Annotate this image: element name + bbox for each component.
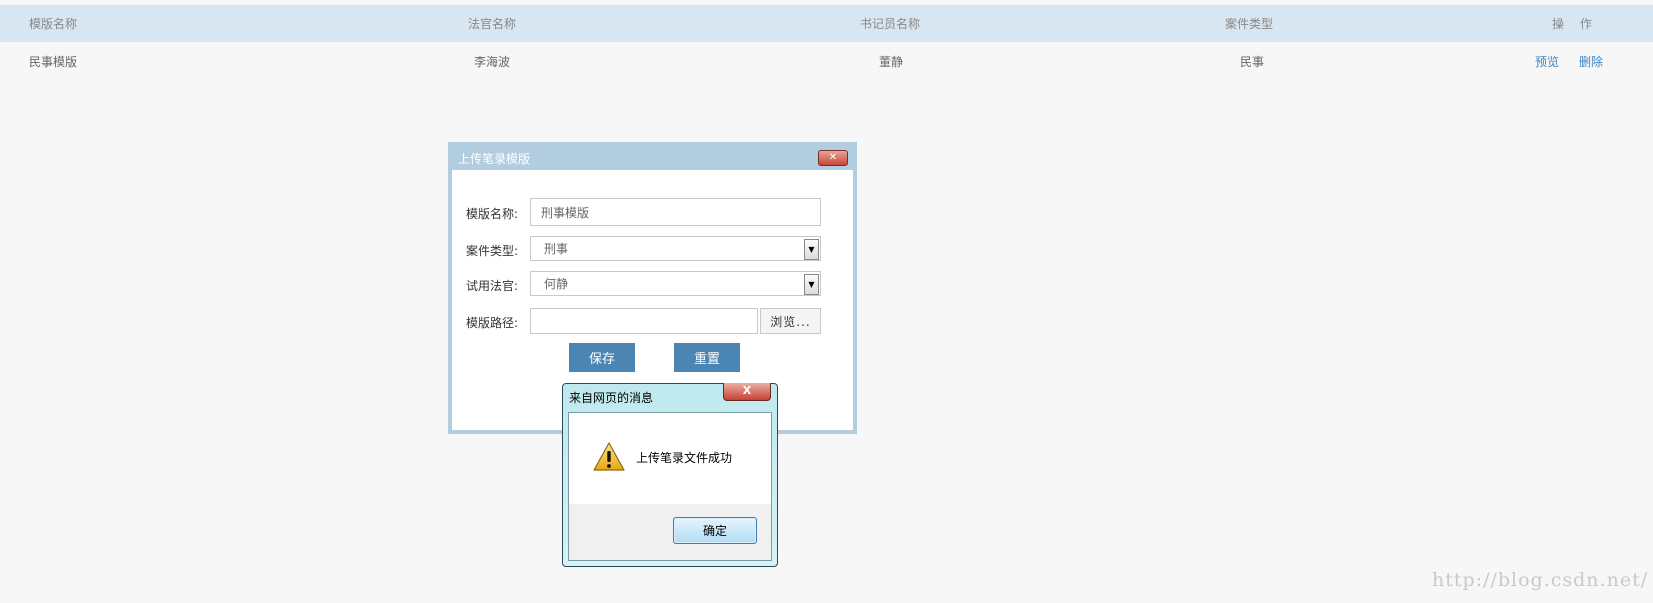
- preview-link[interactable]: 预览: [1535, 42, 1559, 80]
- warning-icon: [593, 442, 625, 471]
- reset-button[interactable]: 重置: [674, 343, 740, 372]
- dialog-close-button[interactable]: ✕: [818, 150, 848, 166]
- browse-button[interactable]: 浏览...: [760, 308, 821, 334]
- case-type-select[interactable]: 刑事 ▼: [530, 236, 821, 261]
- cell-template-name: 民事模版: [29, 54, 78, 69]
- alert-footer: 确定: [569, 504, 771, 560]
- judge-select[interactable]: 何静 ▼: [530, 271, 821, 296]
- table-header: 模版名称 法官名称 书记员名称 案件类型 操 作: [0, 5, 1653, 42]
- ok-button[interactable]: 确定: [673, 517, 757, 544]
- path-label: 模版路径:: [466, 316, 519, 330]
- case-type-label: 案件类型:: [466, 244, 519, 258]
- case-type-value: 刑事: [544, 242, 569, 256]
- template-name-label: 模版名称:: [466, 207, 519, 221]
- cell-case-type: 民事: [1240, 54, 1265, 69]
- save-button[interactable]: 保存: [569, 343, 635, 372]
- header-clerk-name: 书记员名称: [860, 17, 921, 31]
- alert-message: 上传笔录文件成功: [636, 451, 733, 465]
- watermark: http://blog.csdn.net/: [1432, 569, 1649, 591]
- judge-value: 何静: [544, 277, 569, 291]
- cell-judge: 李海波: [474, 54, 511, 69]
- judge-label: 试用法官:: [466, 279, 519, 293]
- header-judge-name: 法官名称: [468, 17, 517, 31]
- alert-title: 来自网页的消息: [569, 391, 654, 405]
- header-template-name: 模版名称: [29, 17, 78, 31]
- dialog-title: 上传笔录模版: [458, 152, 531, 166]
- template-path-input[interactable]: [530, 308, 758, 334]
- cell-clerk: 董静: [879, 54, 904, 69]
- header-actions: 操 作: [1552, 17, 1598, 31]
- template-name-input[interactable]: 刑事模版: [530, 198, 821, 226]
- header-case-type: 案件类型: [1225, 17, 1274, 31]
- delete-link[interactable]: 删除: [1579, 42, 1603, 80]
- chevron-down-icon[interactable]: ▼: [804, 274, 819, 295]
- alert-close-button[interactable]: X: [723, 383, 771, 401]
- alert-body: 上传笔录文件成功 确定: [568, 412, 772, 561]
- table-row: 民事模版 李海波 董静 民事 预览 删除: [0, 42, 1653, 80]
- chevron-down-icon[interactable]: ▼: [804, 239, 819, 260]
- message-alert: 来自网页的消息 X 上传笔录文件成功 确定: [562, 383, 778, 567]
